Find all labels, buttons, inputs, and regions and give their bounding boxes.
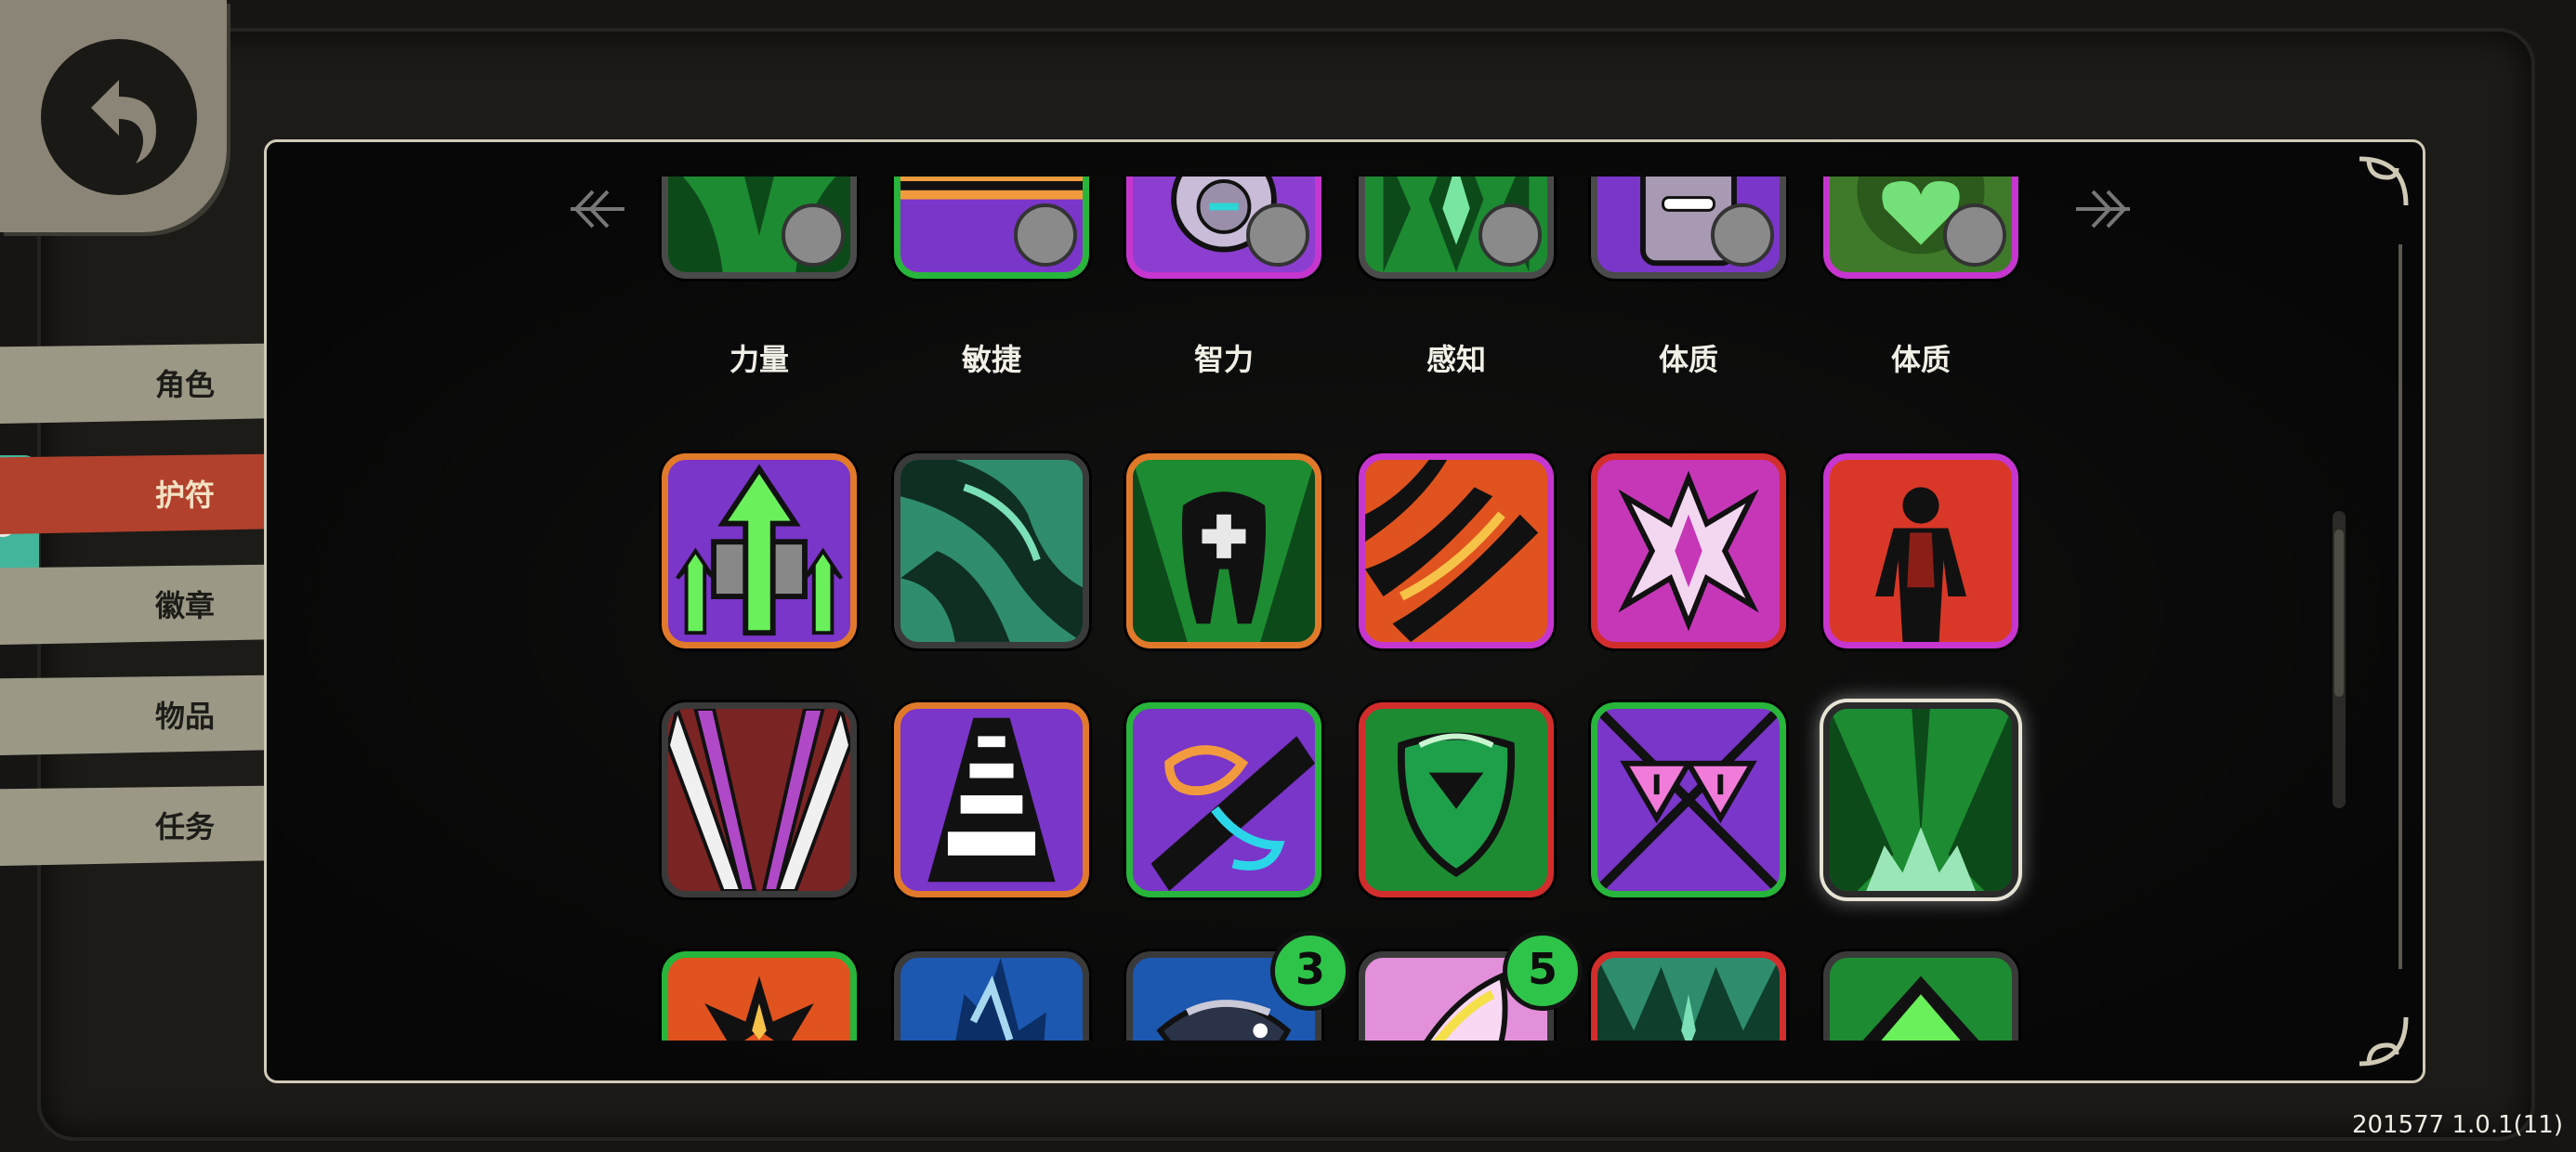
sidebar-item-label: 任务 <box>154 809 215 844</box>
charm-card[interactable] <box>894 453 1089 648</box>
back-arrow-icon <box>41 39 197 195</box>
charm-card[interactable] <box>894 951 1089 1041</box>
stat-card-intellect[interactable] <box>1126 177 1321 279</box>
stat-label: 感知 <box>1426 342 1486 377</box>
charm-card-selected[interactable] <box>1823 702 2018 897</box>
panel-edge-line <box>2399 244 2402 969</box>
charm-card[interactable] <box>1591 453 1786 648</box>
stat-label: 体质 <box>1658 342 1718 377</box>
sidebar-item-label: 物品 <box>154 699 215 734</box>
stat-card-agility[interactable] <box>894 177 1089 279</box>
agility-icon <box>1014 203 1077 267</box>
stat-label: 智力 <box>1193 342 1254 377</box>
constitution-icon <box>1711 203 1774 267</box>
charm-card[interactable] <box>1359 453 1554 648</box>
prev-page-arrow-icon[interactable] <box>552 186 626 232</box>
perception-icon <box>1479 203 1542 267</box>
back-button[interactable] <box>0 0 227 232</box>
charm-card[interactable] <box>1359 702 1554 897</box>
stat-card-perception[interactable] <box>1359 177 1554 279</box>
charm-card[interactable] <box>662 702 857 897</box>
stat-label: 力量 <box>729 342 789 377</box>
intellect-icon <box>1246 203 1309 267</box>
charm-card[interactable] <box>1126 453 1321 648</box>
corner-ornament-icon <box>2350 1008 2415 1073</box>
charm-count-badge: 3 <box>1270 931 1350 1011</box>
stat-card-constitution[interactable] <box>1591 177 1786 279</box>
corner-ornament-icon <box>2350 150 2415 215</box>
charm-card[interactable] <box>1126 702 1321 897</box>
charm-card[interactable] <box>662 951 857 1041</box>
stat-card-strength[interactable] <box>662 177 857 279</box>
stat-card-constitution-2[interactable] <box>1823 177 2018 279</box>
charm-card[interactable] <box>894 702 1089 897</box>
charm-count-badge: 5 <box>1503 931 1583 1011</box>
stat-label: 敏捷 <box>961 342 1021 377</box>
charm-card[interactable] <box>1591 702 1786 897</box>
charm-card[interactable] <box>1823 951 2018 1041</box>
constitution-icon <box>1943 203 2006 267</box>
next-page-arrow-icon[interactable] <box>2074 186 2149 232</box>
stat-label: 体质 <box>1890 342 1951 377</box>
strength-icon <box>782 203 845 267</box>
version-label: 201577 1.0.1(11) <box>2351 1111 2563 1139</box>
charm-card[interactable] <box>662 453 857 648</box>
charm-card[interactable] <box>1823 453 2018 648</box>
sidebar-item-label: 角色 <box>154 367 215 402</box>
sidebar-item-label: 护符 <box>154 478 215 513</box>
sidebar-item-label: 徽章 <box>154 588 215 623</box>
charm-card[interactable] <box>1591 951 1786 1041</box>
scrollbar-thumb[interactable] <box>2334 530 2344 697</box>
charm-grid: 力量 敏捷 智力 感知 体质 体质 3 5 <box>651 177 2063 1041</box>
